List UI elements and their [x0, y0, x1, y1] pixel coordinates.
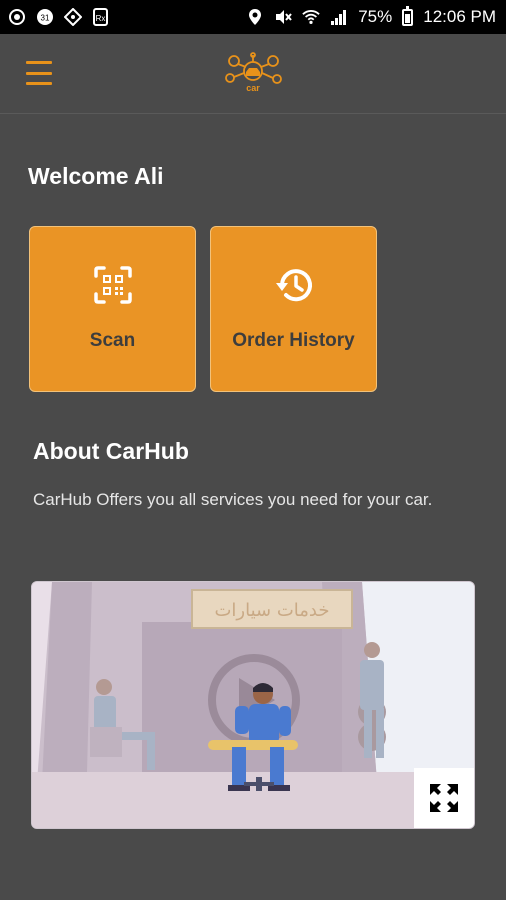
qr-scan-icon: [93, 266, 132, 304]
carhub-logo: car: [225, 52, 282, 93]
welcome-heading: Welcome Ali: [28, 163, 164, 189]
history-icon: [275, 269, 312, 302]
about-title: About CarHub: [33, 438, 189, 464]
app-bar: car: [0, 34, 506, 114]
svg-text:Rx: Rx: [96, 14, 106, 23]
hamburger-icon[interactable]: [26, 61, 52, 85]
scan-label: Scan: [89, 330, 136, 351]
clock: 12:06 PM: [423, 7, 496, 26]
calendar-icon: 31: [37, 9, 53, 25]
promo-video[interactable]: خدمات سيارات: [31, 581, 475, 829]
mute-icon: [276, 10, 292, 24]
battery-icon: [402, 5, 414, 26]
sync-icon: [9, 9, 25, 25]
order-history-button[interactable]: Order History: [210, 226, 377, 392]
location-diamond-icon: [64, 8, 82, 26]
status-notifications: 31 Rx: [8, 8, 110, 26]
expand-arrows-icon: [430, 784, 458, 812]
location-pin-icon: [249, 9, 262, 25]
video-thumbnail: خدمات سيارات: [32, 582, 474, 828]
prescription-icon: Rx: [93, 8, 108, 26]
battery-percentage: 75%: [358, 7, 393, 26]
about-description: CarHub Offers you all services you need …: [33, 490, 433, 509]
signal-icon: [331, 10, 347, 25]
fullscreen-icon[interactable]: [414, 768, 474, 828]
status-system: 75% 12:06 PM: [246, 5, 496, 27]
wifi-icon: [302, 10, 320, 25]
scan-button[interactable]: Scan: [29, 226, 196, 392]
shop-sign-text: خدمات سيارات: [214, 600, 329, 621]
svg-text:car: car: [246, 83, 260, 93]
svg-text:31: 31: [41, 14, 50, 23]
status-bar: 31 Rx 75% 12:06 PM: [0, 0, 506, 34]
order-history-label: Order History: [232, 330, 355, 351]
